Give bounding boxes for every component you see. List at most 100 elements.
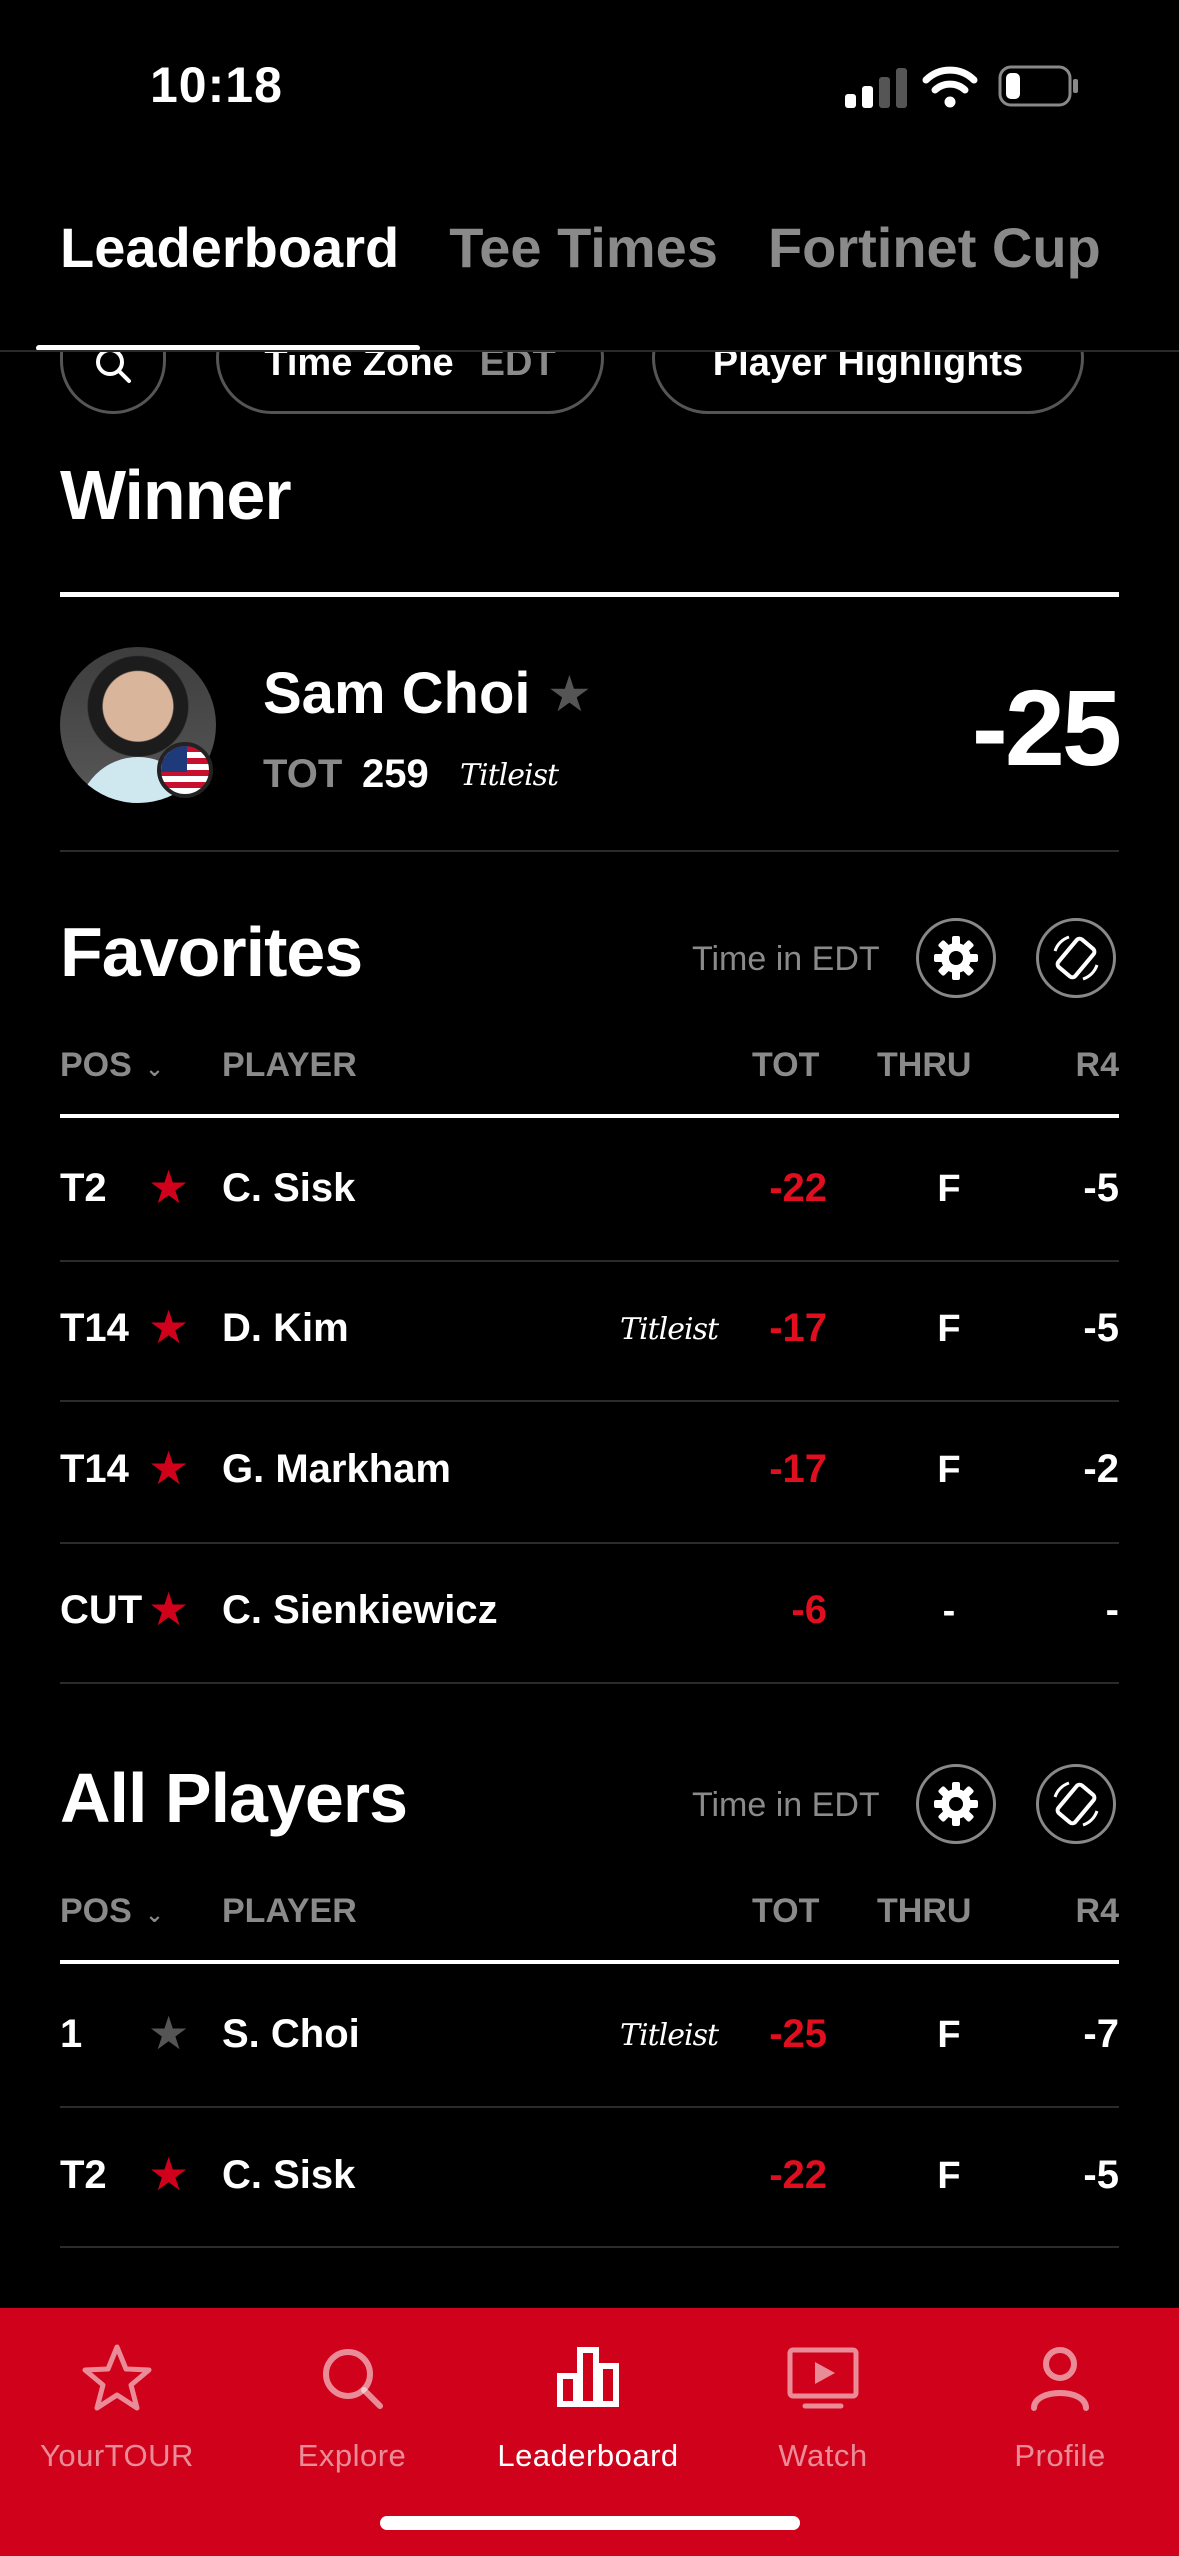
- usa-flag-icon: [157, 742, 213, 798]
- search-button[interactable]: [60, 352, 166, 414]
- nav-label: Leaderboard: [497, 2438, 679, 2473]
- nav-explore[interactable]: Explore: [252, 2338, 452, 2474]
- divider: [60, 1542, 1119, 1544]
- row-total: -25: [769, 2012, 827, 2056]
- row-player-name: C. Sisk: [222, 1166, 356, 1210]
- nav-watch[interactable]: Watch: [723, 2338, 923, 2474]
- column-tot: TOT: [752, 1046, 820, 1084]
- favorite-star-icon[interactable]: ★: [148, 2147, 189, 2201]
- nav-profile[interactable]: Profile: [960, 2338, 1160, 2474]
- time-zone-button[interactable]: Time Zone EDT: [216, 352, 604, 414]
- person-icon: [1031, 2347, 1089, 2411]
- favorite-star-icon[interactable]: ★: [148, 1441, 189, 1495]
- tab-tee-times[interactable]: Tee Times: [449, 215, 718, 295]
- gear-icon: [934, 1782, 978, 1826]
- divider: [60, 850, 1119, 852]
- row-position: T14: [60, 1306, 129, 1350]
- column-player: PLAYER: [222, 1046, 357, 1084]
- home-indicator[interactable]: [380, 2516, 800, 2530]
- titleist-logo: Titleist: [620, 2018, 719, 2053]
- chevron-down-icon: ⌄: [145, 1056, 164, 1081]
- divider: [60, 1400, 1119, 1402]
- status-bar: 10:18: [0, 0, 1179, 175]
- row-player-name: C. Sienkiewicz: [222, 1588, 498, 1632]
- rotate-screen-button[interactable]: [1036, 918, 1116, 998]
- favorites-heading: Favorites: [60, 913, 363, 991]
- row-position: T2: [60, 2153, 107, 2197]
- winner-name[interactable]: Sam Choi: [263, 660, 531, 727]
- tab-fortinet-cup[interactable]: Fortinet Cup: [768, 215, 1101, 295]
- row-r4: -5: [1083, 1306, 1119, 1350]
- row-thru: F: [937, 1168, 961, 1210]
- search-icon: [96, 352, 131, 383]
- column-thru: THRU: [877, 1892, 972, 1930]
- nav-label: Explore: [297, 2438, 407, 2473]
- top-tabs: Leaderboard Tee Times Fortinet Cup: [60, 215, 1101, 295]
- bar-chart-icon: [557, 2347, 619, 2407]
- row-total: -22: [769, 2153, 827, 2197]
- row-thru: F: [937, 1449, 961, 1491]
- divider: [60, 1114, 1119, 1118]
- settings-button[interactable]: [916, 1764, 996, 1844]
- divider: [60, 1682, 1119, 1684]
- time-in-edt-note: Time in EDT: [692, 940, 880, 978]
- titleist-logo: Titleist: [460, 758, 559, 793]
- row-r4: -7: [1083, 2012, 1119, 2056]
- star-icon[interactable]: ★: [148, 2006, 189, 2060]
- divider: [60, 1960, 1119, 1964]
- row-r4: -: [1105, 1588, 1119, 1632]
- tab-leaderboard[interactable]: Leaderboard: [60, 215, 399, 295]
- divider: [60, 2246, 1119, 2248]
- favorite-star-icon[interactable]: ★: [547, 665, 592, 723]
- rotate-device-icon: [1053, 935, 1099, 981]
- column-r4: R4: [1075, 1046, 1119, 1084]
- video-icon: [787, 2347, 859, 2409]
- settings-button[interactable]: [916, 918, 996, 998]
- cellular-signal-icon: [845, 68, 907, 108]
- row-total: -17: [769, 1306, 827, 1350]
- nav-label: Watch: [778, 2438, 868, 2473]
- player-highlights-button[interactable]: Player Highlights: [652, 352, 1084, 414]
- divider: [60, 592, 1119, 597]
- favorite-star-icon[interactable]: ★: [148, 1160, 189, 1214]
- column-r4: R4: [1075, 1892, 1119, 1930]
- divider: [60, 1260, 1119, 1262]
- row-player-name: S. Choi: [222, 2012, 360, 2056]
- winner-tot-value: 259: [362, 752, 429, 796]
- wifi-icon: [922, 66, 978, 108]
- row-r4: -2: [1083, 1447, 1119, 1491]
- column-pos[interactable]: POS ⌄: [60, 1892, 164, 1931]
- nav-yourtour[interactable]: YourTOUR: [17, 2338, 217, 2474]
- nav-leaderboard[interactable]: Leaderboard: [488, 2338, 688, 2474]
- rotate-device-icon: [1053, 1781, 1099, 1827]
- titleist-logo: Titleist: [620, 1312, 719, 1347]
- winner-score: -25: [971, 667, 1122, 788]
- battery-icon: [998, 65, 1078, 107]
- row-total: -22: [769, 1166, 827, 1210]
- column-pos[interactable]: POS ⌄: [60, 1046, 164, 1085]
- column-thru: THRU: [877, 1046, 972, 1084]
- time-zone-label: Time Zone: [264, 352, 454, 384]
- star-icon: [82, 2344, 152, 2411]
- row-thru: F: [937, 1308, 961, 1350]
- row-r4: -5: [1083, 1166, 1119, 1210]
- all-players-heading: All Players: [60, 1759, 408, 1837]
- winner-tot-label: TOT: [263, 752, 343, 796]
- row-player-name: C. Sisk: [222, 2153, 356, 2197]
- filter-chips: Time Zone EDT Player Highlights: [0, 352, 1179, 422]
- divider: [60, 2106, 1119, 2108]
- row-thru: -: [942, 1590, 956, 1632]
- search-icon: [323, 2349, 383, 2409]
- favorite-star-icon[interactable]: ★: [148, 1582, 189, 1636]
- row-position: T14: [60, 1447, 129, 1491]
- column-player: PLAYER: [222, 1892, 357, 1930]
- time-zone-value: EDT: [479, 352, 556, 384]
- rotate-screen-button[interactable]: [1036, 1764, 1116, 1844]
- time-in-edt-note: Time in EDT: [692, 1786, 880, 1824]
- favorite-star-icon[interactable]: ★: [148, 1300, 189, 1354]
- gear-icon: [934, 936, 978, 980]
- row-position: T2: [60, 1166, 107, 1210]
- chevron-down-icon: ⌄: [145, 1902, 164, 1927]
- nav-label: Profile: [1014, 2438, 1106, 2473]
- row-thru: F: [937, 2155, 961, 2197]
